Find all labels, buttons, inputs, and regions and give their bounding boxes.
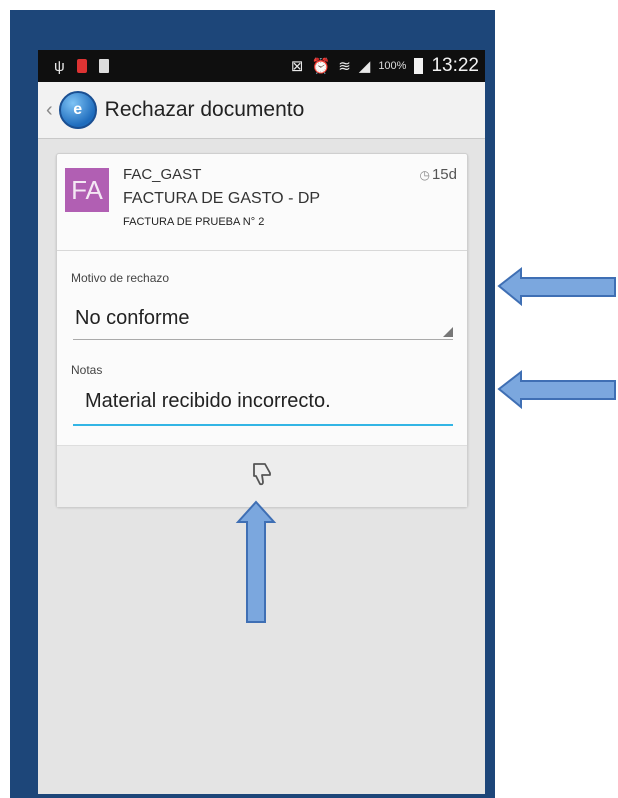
- document-age-value: 15d: [431, 166, 457, 183]
- signal-icon: ◢: [358, 57, 371, 75]
- notification-app-icon: [76, 59, 87, 73]
- page-title: Rechazar documento: [104, 98, 305, 121]
- reason-label: Motivo de rechazo: [71, 271, 170, 285]
- document-header: FA FAC_GAST FACTURA DE GASTO - DP FACTUR…: [57, 154, 467, 251]
- app-logo-icon[interactable]: e: [58, 91, 97, 129]
- alarm-icon: ⏰: [311, 57, 331, 75]
- document-description: FACTURA DE PRUEBA N° 2: [123, 216, 265, 228]
- document-avatar: FA: [65, 168, 109, 212]
- reason-select-value: No conforme: [75, 307, 190, 329]
- document-age: ◷ 15d: [419, 166, 457, 183]
- device-frame: ψ ⊠ ⏰ ≋ ◢ 100% 13:22 ‹ e Rechazar docume…: [10, 10, 495, 798]
- battery-percent: 100%: [378, 60, 407, 72]
- action-bar: ‹ e Rechazar documento: [38, 82, 485, 139]
- annotation-arrow-left-notes: [497, 369, 616, 410]
- thumbs-down-icon[interactable]: [250, 461, 274, 493]
- clock-icon: ◷: [419, 168, 430, 182]
- notes-input[interactable]: Material recibido incorrecto.: [73, 386, 453, 426]
- dropdown-corner-icon: [443, 327, 453, 337]
- phone-screen: ψ ⊠ ⏰ ≋ ◢ 100% 13:22 ‹ e Rechazar docume…: [38, 50, 485, 794]
- reject-action-row: [57, 445, 467, 507]
- usb-icon: ψ: [54, 57, 65, 75]
- document-type: FACTURA DE GASTO - DP: [123, 190, 321, 207]
- wifi-icon: ≋: [338, 57, 351, 75]
- notes-label: Notas: [71, 363, 103, 377]
- document-card: FA FAC_GAST FACTURA DE GASTO - DP FACTUR…: [56, 153, 468, 507]
- battery-icon: [414, 58, 424, 74]
- clock-time: 13:22: [431, 55, 479, 76]
- document-code: FAC_GAST: [123, 166, 202, 183]
- mute-icon: ⊠: [290, 57, 304, 75]
- status-bar: ψ ⊠ ⏰ ≋ ◢ 100% 13:22: [38, 50, 485, 82]
- battery-notification-icon: [98, 59, 109, 73]
- reason-select[interactable]: No conforme: [73, 301, 453, 340]
- back-icon[interactable]: ‹: [38, 99, 59, 122]
- annotation-arrow-left-reason: [497, 266, 616, 307]
- annotation-arrow-up-reject: [235, 500, 277, 623]
- notes-input-value: Material recibido incorrecto.: [85, 390, 331, 412]
